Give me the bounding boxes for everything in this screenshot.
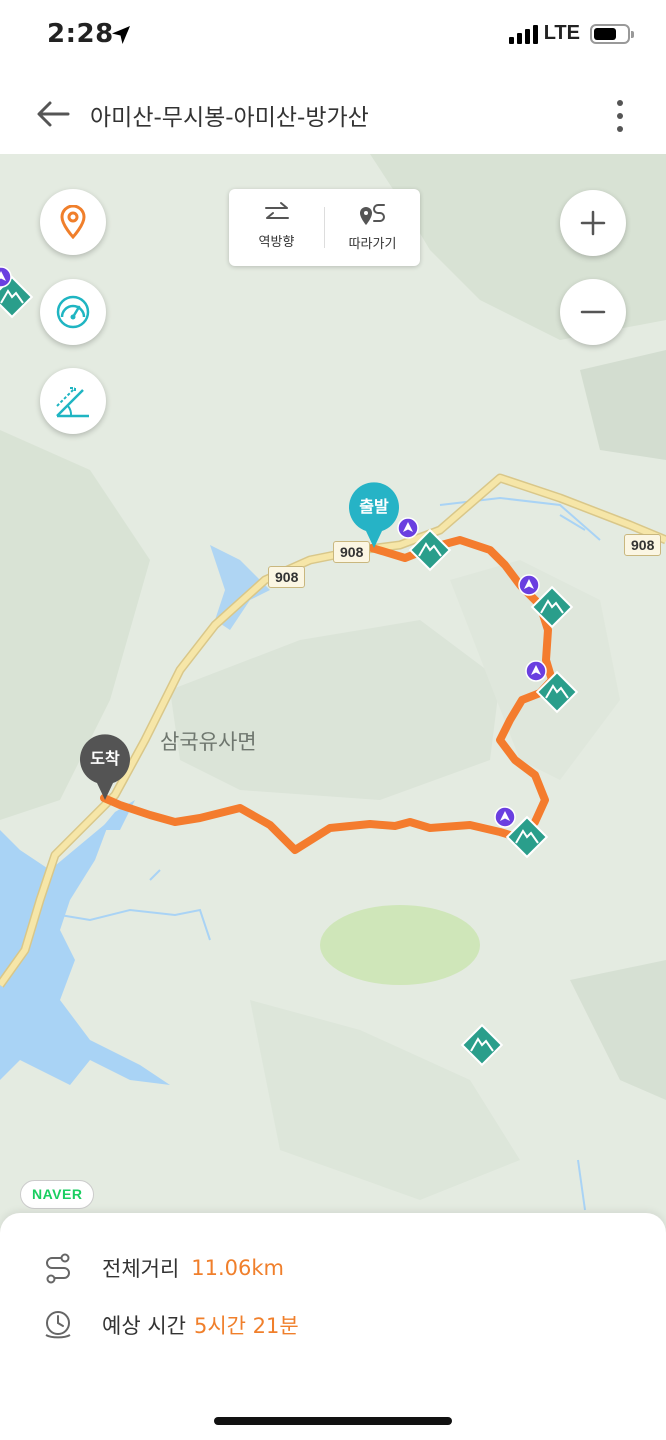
place-label: 삼국유사면 xyxy=(160,730,257,754)
naver-logo: NAVER xyxy=(20,1180,95,1209)
back-arrow-icon xyxy=(37,101,70,127)
speed-button[interactable] xyxy=(40,279,106,345)
reverse-direction-button[interactable]: 역방향 xyxy=(229,189,324,266)
end-pin[interactable]: 도착 xyxy=(78,734,132,802)
route-icon xyxy=(40,1250,76,1286)
follow-label: 따라가기 xyxy=(348,237,397,252)
home-indicator[interactable] xyxy=(214,1417,452,1425)
peak-marker[interactable] xyxy=(460,1023,504,1067)
checkpoint-marker[interactable] xyxy=(494,806,516,828)
distance-label: 전체거리 xyxy=(102,1257,180,1281)
distance-value: 11.06km xyxy=(191,1256,285,1280)
signal-icon xyxy=(508,24,538,44)
my-location-button[interactable] xyxy=(40,189,106,255)
status-time: 2:28 xyxy=(47,19,114,49)
reverse-label: 역방향 xyxy=(258,235,295,250)
zoom-in-button[interactable] xyxy=(560,190,626,256)
swap-arrows-icon xyxy=(264,202,289,219)
battery-icon xyxy=(590,23,634,44)
zoom-out-button[interactable] xyxy=(560,279,626,345)
checkpoint-marker[interactable] xyxy=(0,266,12,288)
direction-panel: 역방향 따라가기 xyxy=(229,189,420,266)
distance-row: 전체거리 11.06km xyxy=(40,1250,284,1286)
clock-icon xyxy=(40,1307,76,1343)
status-indicators: LTE xyxy=(508,22,634,45)
route-follow-icon xyxy=(359,204,385,225)
follow-button[interactable]: 따라가기 xyxy=(325,189,420,266)
network-type: LTE xyxy=(543,22,580,44)
slope-button[interactable] xyxy=(40,368,106,434)
time-label: 예상 시간 xyxy=(102,1314,186,1338)
road-label: 908 xyxy=(624,534,662,556)
map-view[interactable]: 역방향 따라가기 908 908 908 삼국유사면 출발 도착 NAVER xyxy=(0,154,666,1244)
plus-icon xyxy=(580,210,606,236)
back-button[interactable] xyxy=(30,94,76,134)
gauge-icon xyxy=(56,295,90,329)
time-value: 5시간 21분 xyxy=(193,1314,299,1338)
time-row: 예상 시간 5시간 21분 xyxy=(40,1307,299,1343)
start-pin[interactable]: 출발 xyxy=(347,482,401,550)
route-summary-sheet: 전체거리 11.06km 예상 시간 5시간 21분 xyxy=(0,1213,666,1440)
app-header: 아미산-무시봉-아미산-방가산 xyxy=(0,72,666,154)
slope-icon xyxy=(56,387,89,418)
minus-icon xyxy=(580,310,606,314)
status-bar: 2:28 LTE xyxy=(0,0,666,72)
road-label: 908 xyxy=(268,566,306,588)
start-label: 출발 xyxy=(359,497,389,516)
location-pin-icon xyxy=(60,205,86,239)
location-arrow-icon xyxy=(110,24,132,50)
page-title: 아미산-무시봉-아미산-방가산 xyxy=(90,105,369,131)
more-button[interactable] xyxy=(608,96,632,136)
checkpoint-marker[interactable] xyxy=(518,574,540,596)
end-label: 도착 xyxy=(90,749,120,768)
checkpoint-marker[interactable] xyxy=(525,660,547,682)
more-vertical-icon xyxy=(617,100,623,106)
